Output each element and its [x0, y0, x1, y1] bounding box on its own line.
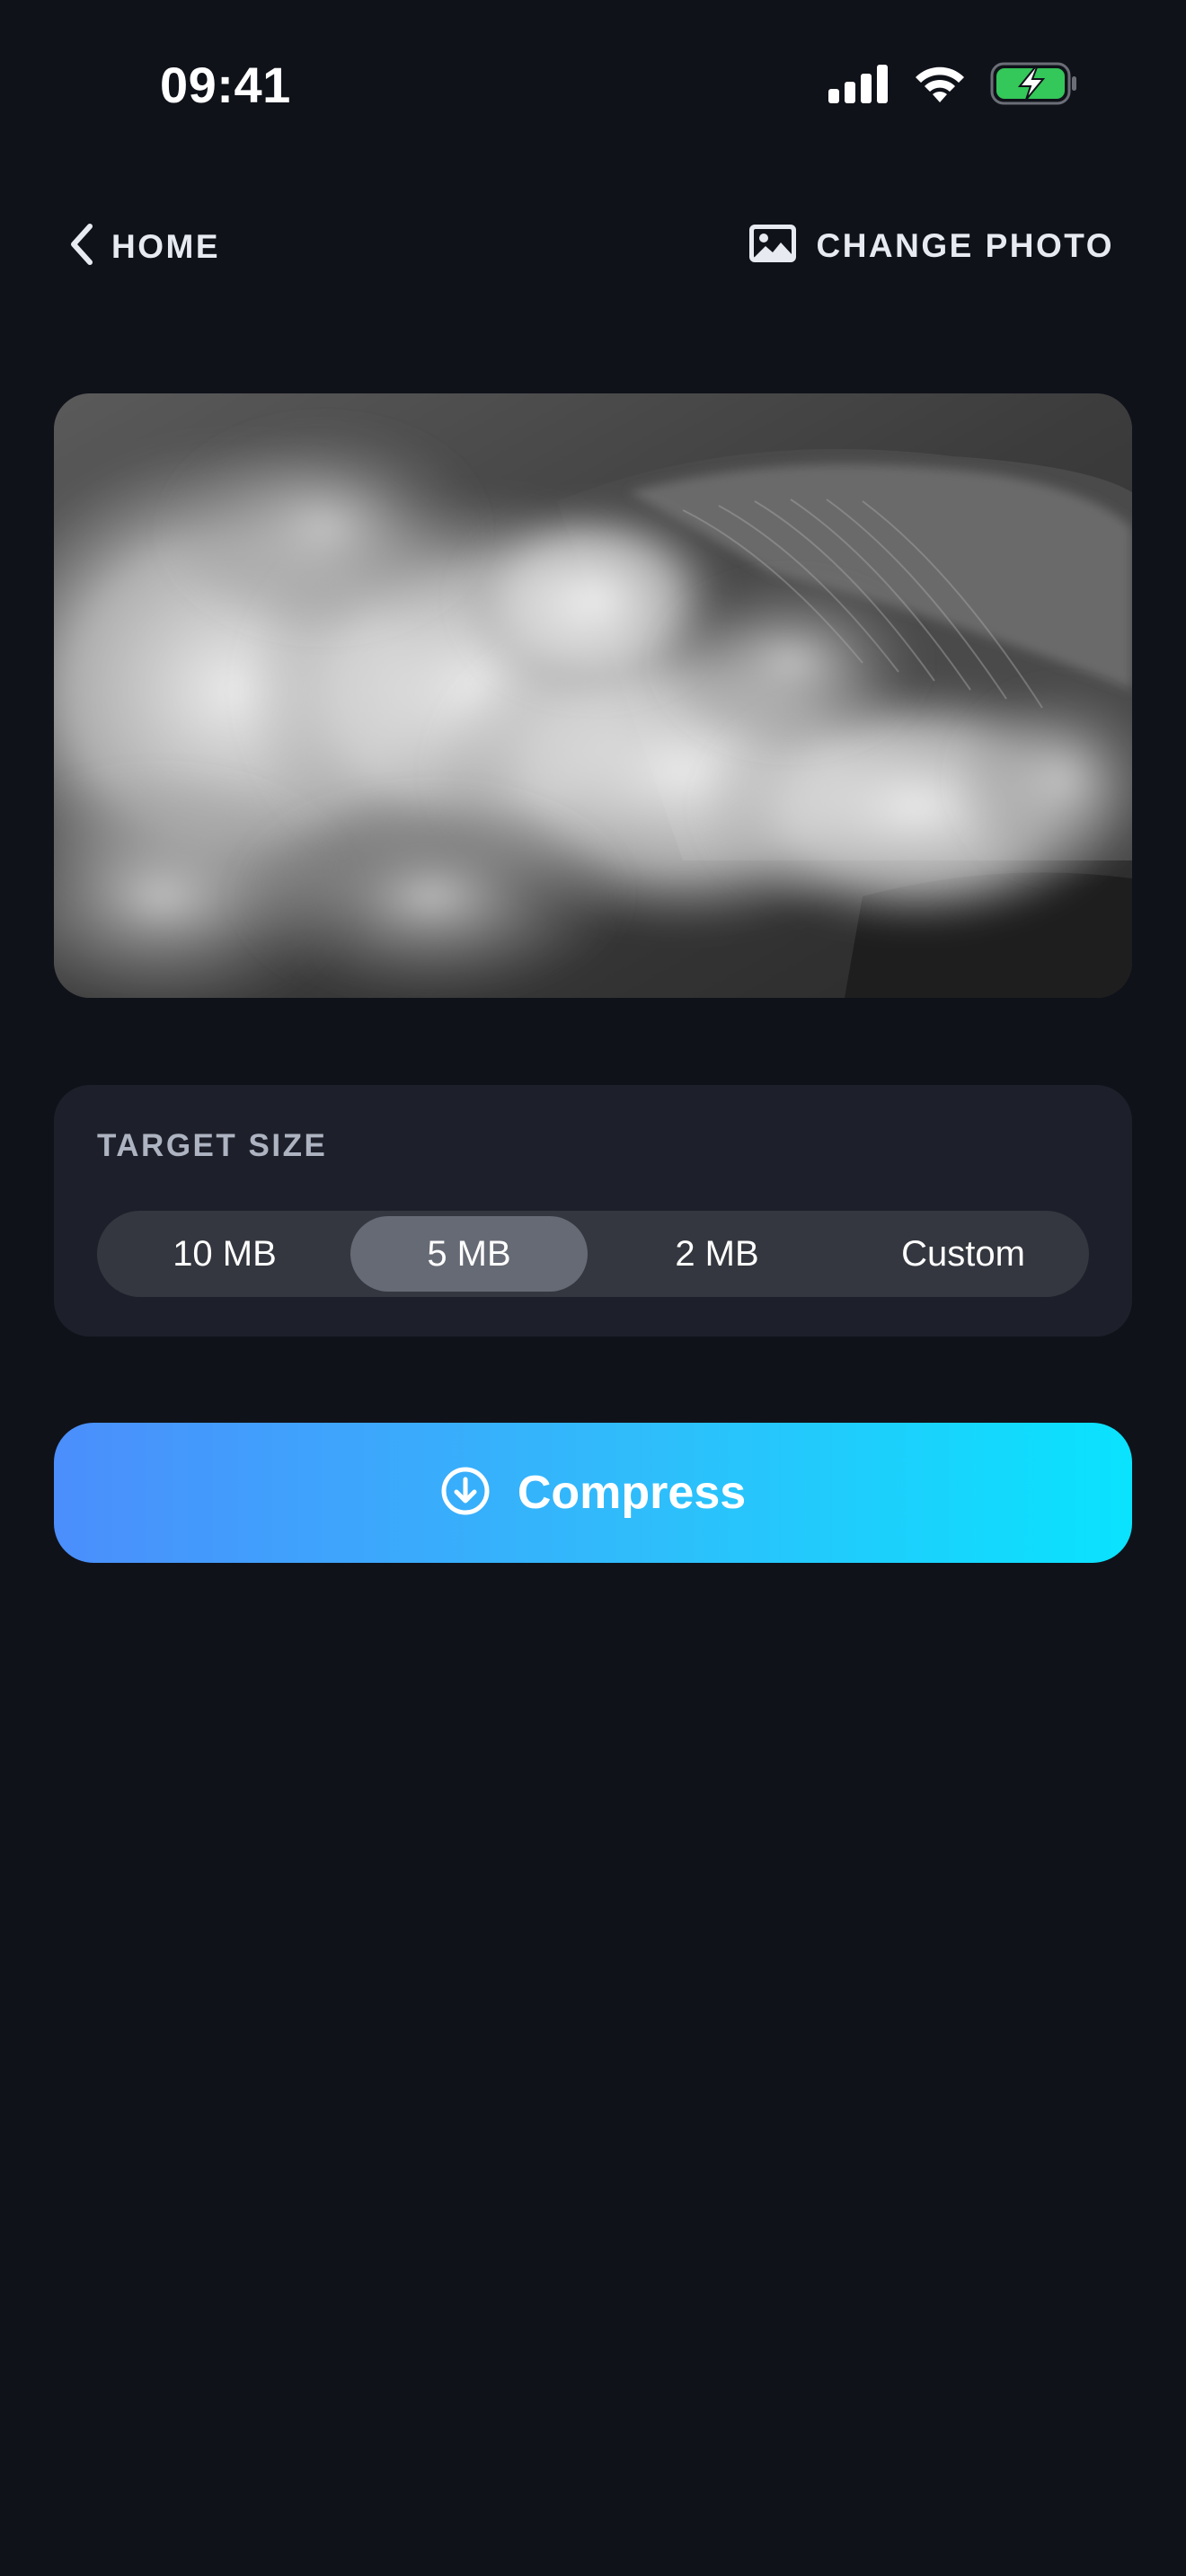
target-size-title: TARGET SIZE — [97, 1128, 328, 1163]
wave-photo-image — [54, 393, 1132, 998]
target-size-selector: 10 MB 5 MB 2 MB Custom — [97, 1211, 1089, 1297]
wifi-icon — [913, 63, 967, 109]
chevron-left-icon — [68, 223, 95, 270]
compress-label: Compress — [517, 1467, 747, 1519]
change-photo-button[interactable]: CHANGE PHOTO — [748, 223, 1114, 269]
target-size-card: TARGET SIZE 10 MB 5 MB 2 MB Custom — [54, 1085, 1132, 1337]
photo-preview — [54, 393, 1132, 998]
status-icons — [828, 62, 1078, 110]
home-back-label: HOME — [111, 227, 220, 265]
target-size-option-10mb[interactable]: 10 MB — [106, 1216, 343, 1292]
battery-charging-icon — [990, 62, 1078, 110]
change-photo-label: CHANGE PHOTO — [816, 226, 1114, 264]
target-size-option-5mb[interactable]: 5 MB — [350, 1216, 588, 1292]
photo-icon — [748, 223, 798, 269]
target-size-option-2mb[interactable]: 2 MB — [598, 1216, 836, 1292]
cellular-signal-icon — [828, 64, 890, 108]
target-size-option-custom[interactable]: Custom — [845, 1216, 1082, 1292]
status-time: 09:41 — [160, 57, 291, 113]
top-nav: HOME CHANGE PHOTO — [0, 216, 1186, 278]
home-back-button[interactable]: HOME — [68, 223, 220, 270]
status-bar: 09:41 — [0, 0, 1186, 171]
compress-button[interactable]: Compress — [54, 1423, 1132, 1563]
download-circle-icon — [440, 1466, 491, 1521]
